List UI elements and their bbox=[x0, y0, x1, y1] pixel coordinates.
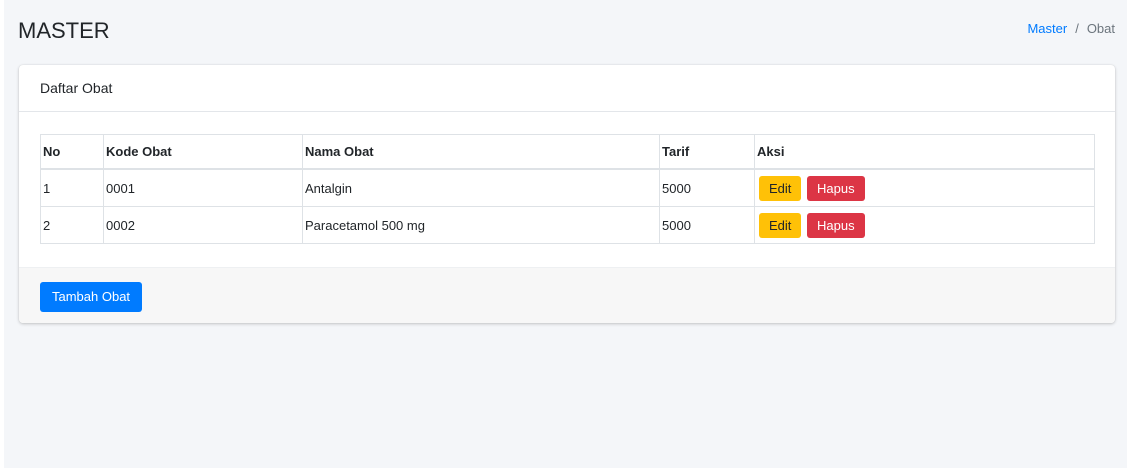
breadcrumb: Master / Obat bbox=[1027, 21, 1115, 36]
edit-button[interactable]: Edit bbox=[759, 175, 802, 201]
cell-nama-obat: Antalgin bbox=[302, 168, 660, 207]
cell-kode-obat: 0002 bbox=[103, 206, 303, 244]
cell-no: 1 bbox=[40, 168, 104, 207]
column-header-kode-obat: Kode Obat bbox=[103, 134, 303, 170]
column-header-nama-obat: Nama Obat bbox=[302, 134, 660, 170]
breadcrumb-master-link[interactable]: Master bbox=[1027, 21, 1067, 36]
cell-no: 2 bbox=[40, 206, 104, 244]
delete-button[interactable]: Hapus bbox=[807, 175, 865, 201]
medicine-table: No Kode Obat Nama Obat Tarif Aksi 1 0001… bbox=[40, 134, 1095, 244]
cell-nama-obat: Paracetamol 500 mg bbox=[302, 206, 660, 244]
table-row: 2 0002 Paracetamol 500 mg 5000 Edit Hapu… bbox=[40, 206, 1095, 244]
column-header-aksi: Aksi bbox=[754, 134, 1095, 170]
cell-tarif: 5000 bbox=[659, 206, 755, 244]
page-title: MASTER bbox=[18, 18, 110, 43]
table-row: 1 0001 Antalgin 5000 Edit Hapus bbox=[40, 168, 1095, 207]
cell-aksi: Edit Hapus bbox=[754, 206, 1095, 244]
table-header-row: No Kode Obat Nama Obat Tarif Aksi bbox=[40, 134, 1095, 170]
cell-tarif: 5000 bbox=[659, 168, 755, 207]
card-footer: Tambah Obat bbox=[19, 267, 1115, 323]
delete-button[interactable]: Hapus bbox=[807, 212, 865, 238]
card-body: No Kode Obat Nama Obat Tarif Aksi 1 0001… bbox=[19, 112, 1115, 267]
medicine-list-card: Daftar Obat No Kode Obat Nama Obat Tarif… bbox=[19, 65, 1115, 323]
column-header-no: No bbox=[40, 134, 104, 170]
breadcrumb-current: Obat bbox=[1086, 21, 1115, 36]
content-wrapper: MASTER Master / Obat Daftar Obat No Kode… bbox=[4, 0, 1127, 468]
edit-button[interactable]: Edit bbox=[759, 212, 802, 238]
column-header-tarif: Tarif bbox=[659, 134, 755, 170]
cell-aksi: Edit Hapus bbox=[754, 168, 1095, 207]
card-title: Daftar Obat bbox=[19, 65, 1115, 112]
add-medicine-button[interactable]: Tambah Obat bbox=[40, 282, 143, 312]
cell-kode-obat: 0001 bbox=[103, 168, 303, 207]
breadcrumb-separator: / bbox=[1075, 21, 1079, 36]
